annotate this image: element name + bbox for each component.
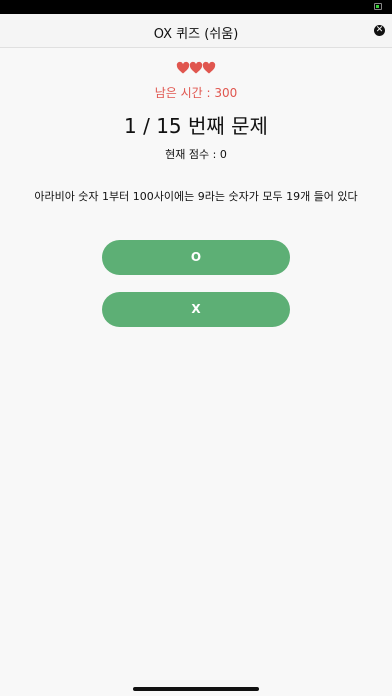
answer-o-button[interactable]: O (102, 240, 290, 275)
lives-indicator (0, 61, 392, 75)
heart-icon (202, 61, 216, 74)
heart-icon (189, 61, 203, 74)
window-title: OX 퀴즈 (쉬움) (153, 27, 239, 42)
battery-icon (374, 3, 382, 10)
home-indicator[interactable] (133, 687, 259, 691)
current-score: 현재 점수 : 0 (165, 148, 227, 161)
question-text: 아라비아 숫자 1부터 100사이에는 9라는 숫자가 모두 19개 들어 있다 (34, 190, 358, 203)
time-left-label: 남은 시간 : 300 (154, 86, 238, 100)
answer-x-button[interactable]: X (102, 292, 290, 327)
question-number: 1 / 15 번째 문제 (124, 114, 268, 138)
close-button[interactable]: ✕ (374, 25, 385, 36)
title-bar: OX 퀴즈 (쉬움) ✕ (0, 14, 392, 48)
status-bar (0, 0, 392, 14)
heart-icon (176, 61, 190, 74)
